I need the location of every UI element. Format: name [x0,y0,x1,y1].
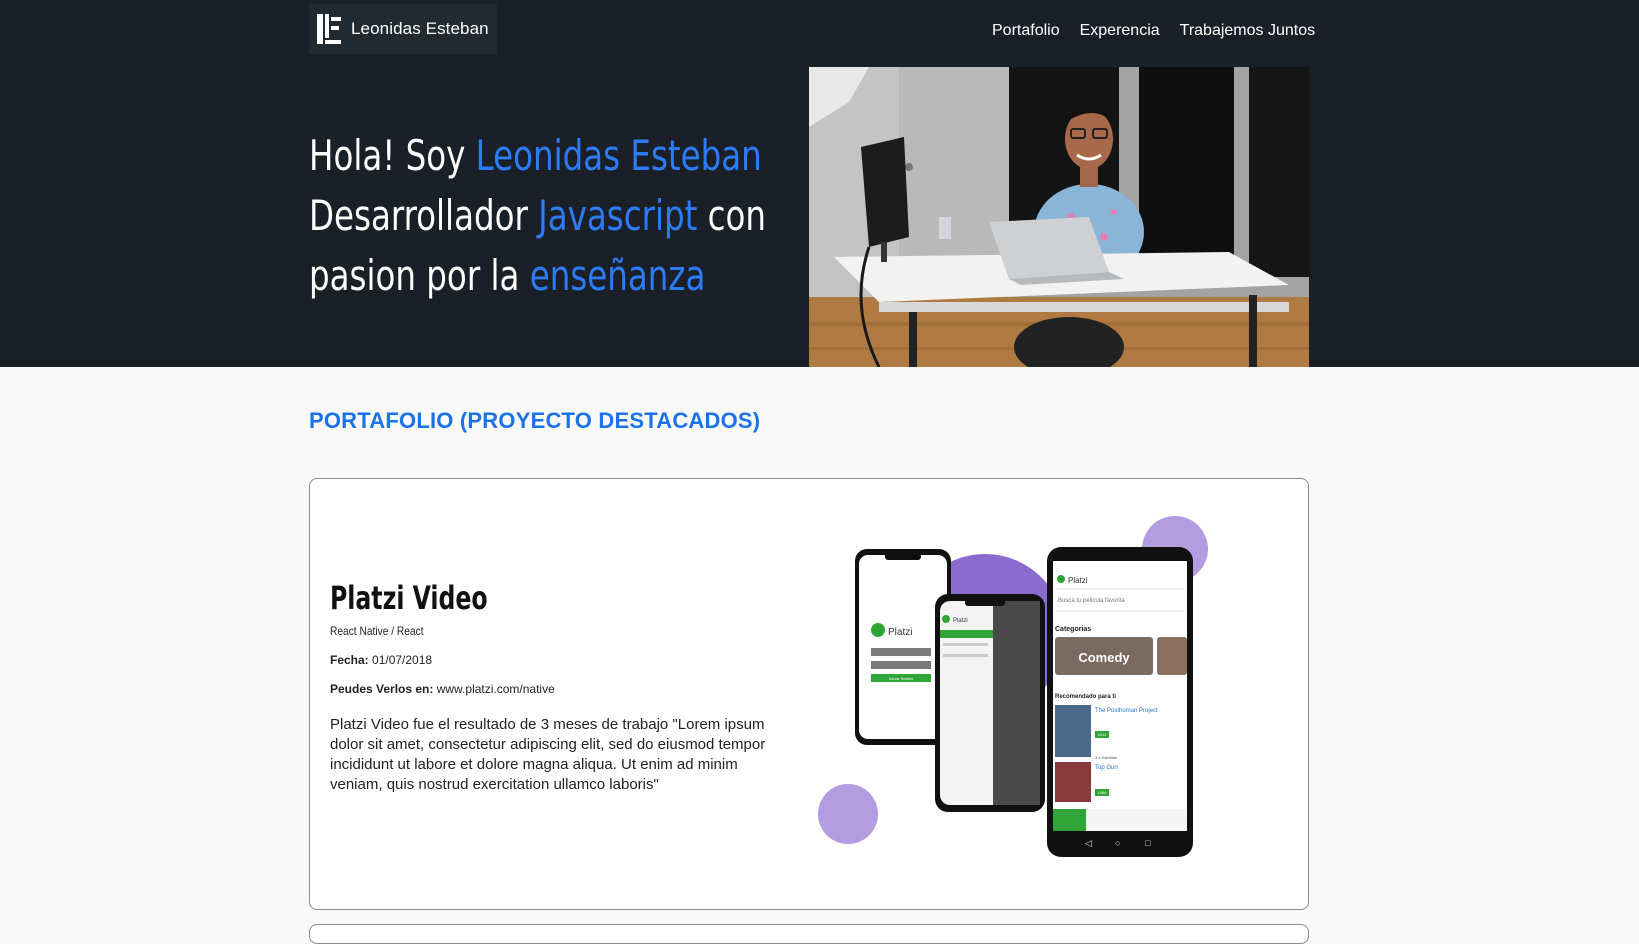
headline-teaching-highlight: enseñanza [529,251,706,300]
brand-name: Leonidas Esteban [351,19,489,38]
headline-text: Hola! Soy [309,131,476,180]
headline-text: pasion por la [309,251,530,300]
mock-login-button: Iniciar Sesión [889,676,913,681]
svg-text:□: □ [1145,838,1151,848]
project-title: Platzi Video [330,579,488,617]
project-date: Fecha: 01/07/2018 [330,653,432,667]
link-label: Peudes Verlos en: [330,682,434,696]
project-description: Platzi Video fue el resultado de 3 meses… [330,716,766,793]
date-label: Fecha: [330,653,369,667]
headline-text: con [697,191,767,240]
mock-brand-2: Platzi [953,618,968,624]
main-nav: Portafolio Experencia Trabajemos Juntos [992,22,1315,40]
nav-trabajemos-juntos[interactable]: Trabajemos Juntos [1180,22,1315,40]
brand-logo-link[interactable]: Leonidas Esteban [309,4,497,54]
project-tech: React Native / React [330,624,424,638]
mock-search: Busca tu pelicula favorita [1058,598,1125,604]
mock-movie-1-year: 2014 [1098,732,1108,737]
nav-portafolio[interactable]: Portafolio [992,22,1060,40]
headline-text: Desarrollador [309,191,539,240]
headline-javascript-highlight: Javascript [538,191,698,240]
mock-brand-1: Platzi [888,627,912,638]
nav-experencia[interactable]: Experencia [1080,22,1160,40]
svg-text:◁: ◁ [1085,838,1092,848]
logo-icon [317,14,341,44]
link-value[interactable]: www.platzi.com/native [433,682,555,696]
project-card-next [309,924,1309,944]
hero-photo [809,67,1309,367]
portfolio-section-title: PORTAFOLIO (PROYECTO DESTACADOS) [309,408,761,433]
mock-movie-1: The Posthuman Project [1095,708,1158,714]
mock-movie-2-year: 1986 [1098,790,1108,795]
mock-movie-2-rating: 3.8 Estrellas [1095,755,1117,760]
hero-headline: Hola! Soy Leonidas Esteban Desarrollador… [309,126,766,306]
hero-section: Leonidas Esteban Portafolio Experencia T… [0,0,1639,367]
headline-name-highlight: Leonidas Esteban [475,131,762,180]
mock-category-comedy: Comedy [1078,650,1130,665]
mock-brand-3: Platzi [1068,576,1088,585]
app-mockup-image: Platzi Iniciar Sesión Platzi Platzi Busc… [815,509,1245,869]
date-value: 01/07/2018 [368,653,433,667]
svg-text:○: ○ [1115,838,1120,848]
mock-categories-label: Categorias [1055,626,1091,633]
mock-movie-2: Top Gun [1095,765,1118,771]
project-link: Peudes Verlos en: www.platzi.com/native [330,682,555,696]
project-card: Platzi Video React Native / React Fecha:… [309,478,1309,910]
mock-recommended-label: Recomendado para ti [1055,694,1116,700]
